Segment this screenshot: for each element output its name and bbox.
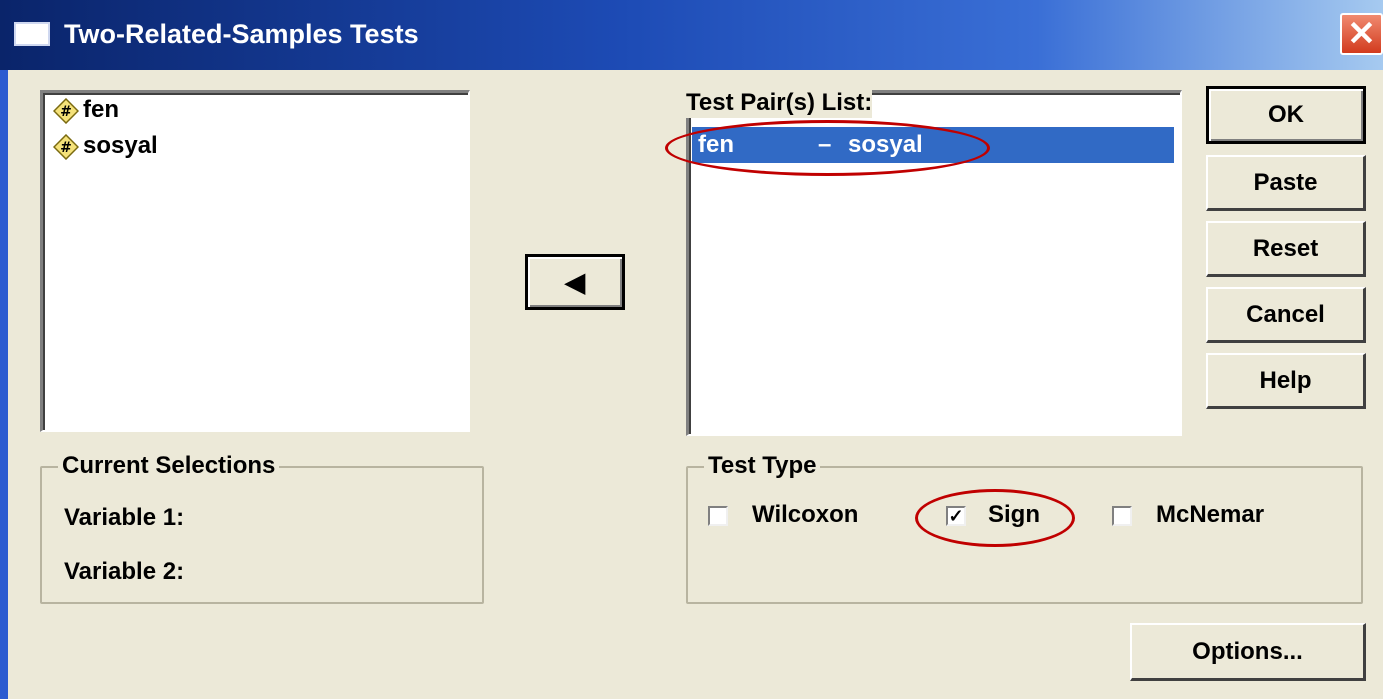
window-frame-left [0, 70, 8, 699]
wilcoxon-checkbox[interactable] [708, 506, 728, 526]
current-selections-title: Current Selections [58, 451, 280, 481]
move-pair-button[interactable]: ◀ [525, 254, 625, 310]
close-button[interactable]: ✕ [1340, 13, 1383, 55]
sign-checkbox[interactable]: ✓ [946, 506, 966, 526]
svg-text:#: # [60, 104, 72, 120]
sign-label[interactable]: Sign [988, 500, 1040, 530]
options-button[interactable]: Options... [1130, 623, 1366, 681]
test-pair-row[interactable]: fen – sosyal [692, 127, 1174, 163]
test-type-title: Test Type [704, 451, 821, 481]
pair-variable-1: fen [698, 131, 734, 158]
variable-label: sosyal [83, 132, 158, 159]
reset-button[interactable]: Reset [1206, 221, 1366, 277]
window-icon [14, 22, 50, 46]
left-arrow-icon: ◀ [565, 267, 585, 297]
variable2-label: Variable 2: [64, 558, 185, 585]
source-variable-list[interactable]: # fen # sosyal [40, 90, 470, 432]
test-type-group [686, 466, 1363, 604]
variable-item-fen[interactable]: # fen [53, 93, 119, 127]
mcnemar-checkbox[interactable] [1112, 506, 1132, 526]
cancel-button[interactable]: Cancel [1206, 287, 1366, 343]
paste-button[interactable]: Paste [1206, 155, 1366, 211]
test-pairs-label: Test Pair(s) List: [686, 88, 873, 118]
window-title: Two-Related-Samples Tests [64, 19, 419, 49]
variable-item-sosyal[interactable]: # sosyal [53, 129, 158, 163]
mcnemar-label[interactable]: McNemar [1156, 500, 1264, 530]
help-button[interactable]: Help [1206, 353, 1366, 409]
numeric-variable-icon: # [53, 133, 79, 160]
numeric-variable-icon: # [53, 97, 79, 124]
variable1-label: Variable 1: [64, 504, 185, 531]
svg-text:#: # [60, 140, 72, 156]
variable-label: fen [83, 96, 119, 123]
wilcoxon-label[interactable]: Wilcoxon [752, 500, 858, 530]
pair-variable-2: sosyal [848, 131, 923, 158]
pair-separator: – [818, 131, 832, 158]
ok-button[interactable]: OK [1206, 86, 1366, 144]
title-bar[interactable]: Two-Related-Samples Tests ✕ [0, 0, 1383, 70]
